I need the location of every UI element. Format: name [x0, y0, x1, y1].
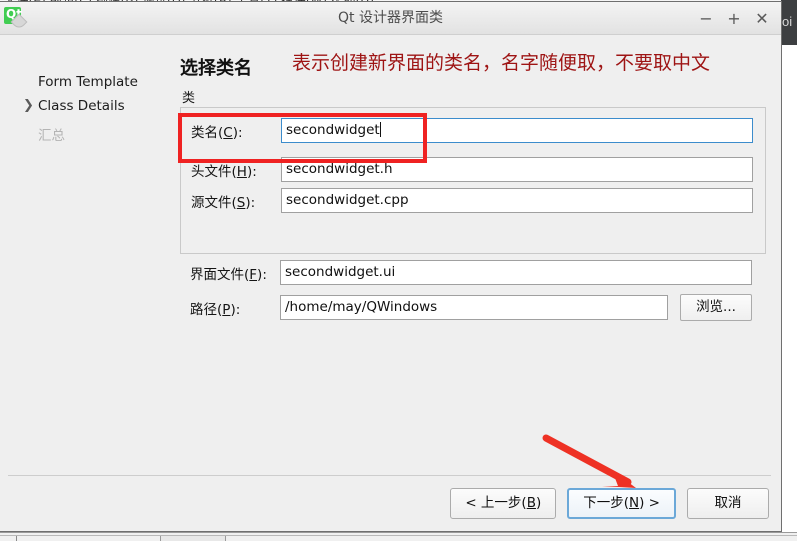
- class-group-label: 类: [180, 87, 198, 106]
- maximize-icon[interactable]: +: [721, 6, 747, 32]
- cancel-button[interactable]: 取消: [687, 488, 769, 519]
- dialog-button-row: < 上一步(B) 下一步(N) > 取消: [450, 488, 769, 519]
- sidebar-item-label: 汇总: [38, 128, 65, 144]
- dialog-titlebar[interactable]: Qt Qt 设计器界面类 − + ✕: [0, 2, 781, 35]
- text-caret: [379, 122, 381, 137]
- form-row-header-file: 头文件(H): secondwidget.h: [191, 157, 753, 182]
- browse-button[interactable]: 浏览...: [680, 294, 752, 321]
- form-row-path: 路径(P): /home/may/QWindows 浏览...: [190, 294, 752, 321]
- back-button[interactable]: < 上一步(B): [450, 488, 557, 519]
- source-file-input[interactable]: secondwidget.cpp: [281, 188, 753, 213]
- qt-designer-form-class-dialog: Qt Qt 设计器界面类 − + ✕ Form Template ❯ Class…: [0, 1, 782, 532]
- sidebar-item-label: Form Template: [38, 74, 138, 90]
- form-row-source-file: 源文件(S): secondwidget.cpp: [191, 188, 753, 213]
- sidebar-item-form-template[interactable]: Form Template: [0, 70, 172, 94]
- next-button[interactable]: 下一步(N) >: [567, 488, 676, 519]
- statusbar-tab-stub: [160, 536, 226, 541]
- class-groupbox: 类名(C): secondwidget 头文件(H): secondwidget…: [180, 107, 766, 254]
- dialog-body: Form Template ❯ Class Details 汇总 选择类名 表示…: [0, 35, 781, 531]
- dialog-title: Qt 设计器界面类: [338, 10, 443, 26]
- form-row-ui-file: 界面文件(F): secondwidget.ui: [190, 260, 752, 285]
- source-file-label: 源文件(S):: [191, 194, 256, 211]
- window-controls: − + ✕: [693, 2, 775, 35]
- screen: 文件(F) 编辑(E) 构建(B) 调试(D) 分析(A) 工具(T) 控件(W…: [0, 0, 797, 541]
- statusbar-tick: [16, 536, 17, 541]
- class-name-input[interactable]: secondwidget: [281, 118, 753, 143]
- path-label: 路径(P):: [190, 301, 241, 318]
- header-file-input[interactable]: secondwidget.h: [281, 157, 753, 182]
- sidebar-item-class-details[interactable]: ❯ Class Details: [0, 94, 172, 118]
- minimize-icon[interactable]: −: [693, 6, 719, 32]
- wizard-steps-sidebar: Form Template ❯ Class Details 汇总: [0, 35, 172, 531]
- background-right-label: oi: [782, 14, 793, 29]
- class-name-label: 类名(C):: [191, 124, 243, 141]
- background-right-panel: oi: [781, 0, 797, 45]
- class-name-input-value: secondwidget: [286, 122, 380, 138]
- sidebar-item-summary: 汇总: [0, 124, 172, 148]
- background-statusbar: [0, 532, 797, 541]
- close-icon[interactable]: ✕: [749, 6, 775, 32]
- header-file-label: 头文件(H):: [191, 163, 257, 180]
- page-title: 选择类名: [180, 58, 252, 79]
- statusbar-divider: [0, 535, 797, 536]
- ui-file-label: 界面文件(F):: [190, 266, 267, 283]
- form-row-class-name: 类名(C): secondwidget: [191, 118, 753, 143]
- path-input[interactable]: /home/may/QWindows: [280, 295, 668, 320]
- sidebar-item-label: Class Details: [38, 98, 125, 114]
- annotation-note-text: 表示创建新界面的类名，名字随便取，不要取中文: [292, 52, 711, 74]
- footer-divider: [8, 475, 771, 476]
- dialog-main-content: 选择类名 表示创建新界面的类名，名字随便取，不要取中文 类 类名(C): sec…: [172, 35, 781, 531]
- ui-file-input[interactable]: secondwidget.ui: [280, 260, 752, 285]
- chevron-right-icon: ❯: [23, 98, 34, 113]
